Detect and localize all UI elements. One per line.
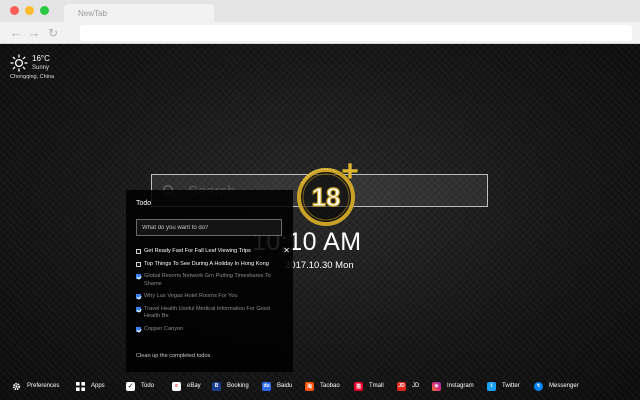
weather-widget[interactable]: 16°C Sunny Chongqing, China bbox=[10, 54, 70, 94]
todo-button[interactable]: ✓ Todo bbox=[126, 379, 154, 393]
shortcut-baidu[interactable]: du Baidu bbox=[262, 379, 292, 393]
forward-arrow-icon[interactable]: → bbox=[26, 25, 42, 41]
todo-checkbox[interactable] bbox=[136, 249, 141, 254]
todo-item-text: Travel Health Useful Medical Information… bbox=[144, 305, 271, 320]
bottom-bar: Preferences Apps ✓ Todo e eBay B Booking… bbox=[0, 374, 640, 400]
todo-input[interactable] bbox=[136, 219, 282, 236]
minimize-window-button[interactable] bbox=[25, 6, 34, 15]
age-18-plus-badge: 18 + bbox=[297, 155, 359, 226]
todo-item-text: Copper Canyon bbox=[144, 325, 184, 332]
todo-item[interactable]: Travel Health Useful Medical Information… bbox=[136, 306, 286, 321]
address-bar[interactable] bbox=[80, 25, 632, 41]
todo-item[interactable]: Get Ready Fast For Fall Leaf Viewing Tri… bbox=[136, 247, 290, 256]
shortcut-twitter[interactable]: t Twitter bbox=[487, 379, 520, 393]
todo-item[interactable]: Why Las Vegas Hotel Rooms For You bbox=[136, 293, 286, 301]
taobao-icon: 淘 bbox=[305, 381, 314, 391]
badge-plus: + bbox=[341, 155, 359, 188]
browser-chrome: NewTab ← → ↻ bbox=[0, 0, 640, 44]
todo-item[interactable]: Global Resorts Network Grn Putting Times… bbox=[136, 273, 286, 288]
shortcut-label: Twitter bbox=[502, 383, 520, 389]
todo-item-text: Why Las Vegas Hotel Rooms For You bbox=[144, 293, 238, 299]
sun-icon bbox=[10, 54, 28, 72]
shortcut-ebay[interactable]: e eBay bbox=[172, 379, 201, 393]
todo-panel: Todo Get Ready Fast For Fall Leaf Viewin… bbox=[126, 190, 293, 372]
apps-label: Apps bbox=[91, 383, 105, 389]
gear-icon bbox=[12, 382, 21, 390]
baidu-icon: du bbox=[262, 381, 271, 391]
shortcut-taobao[interactable]: 淘 Taobao bbox=[305, 379, 340, 393]
shortcut-label: eBay bbox=[187, 383, 201, 389]
shortcut-instagram[interactable]: ◉ Instagram bbox=[432, 379, 474, 393]
close-window-button[interactable] bbox=[10, 6, 19, 15]
tmall-icon: 猫 bbox=[354, 381, 363, 391]
clock-date: 2017.10.30 Mon bbox=[285, 260, 354, 271]
todo-checkbox[interactable] bbox=[136, 261, 141, 267]
todo-item-text: Get Ready Fast For Fall Leaf Viewing Tri… bbox=[144, 248, 251, 254]
apps-button[interactable]: Apps bbox=[76, 379, 105, 393]
todo-checkbox[interactable] bbox=[136, 306, 141, 312]
reload-icon[interactable]: ↻ bbox=[45, 25, 61, 41]
shortcut-tmall[interactable]: 猫 Tmall bbox=[354, 379, 384, 393]
back-arrow-icon[interactable]: ← bbox=[8, 25, 24, 41]
ebay-icon: e bbox=[172, 381, 181, 391]
shortcut-jd[interactable]: JD JD bbox=[397, 379, 419, 393]
close-icon[interactable]: ✕ bbox=[283, 247, 290, 255]
todo-title: Todo bbox=[136, 200, 152, 207]
todo-label: Todo bbox=[141, 383, 155, 389]
grid-icon bbox=[76, 381, 85, 391]
todo-item[interactable]: Copper Canyon bbox=[136, 326, 286, 334]
weather-location: Chongqing, China bbox=[10, 74, 55, 80]
todo-checkbox[interactable] bbox=[136, 326, 141, 332]
todo-item-text: Top Things To See During A Holiday In Ho… bbox=[144, 260, 269, 267]
tab-title: NewTab bbox=[78, 9, 107, 18]
shortcut-label: Taobao bbox=[320, 383, 340, 389]
shortcut-label: Messenger bbox=[549, 383, 579, 389]
badge-number: 18 bbox=[312, 182, 341, 212]
todo-checkbox[interactable] bbox=[136, 274, 141, 279]
checkbox-icon: ✓ bbox=[126, 381, 135, 391]
todo-item[interactable]: Top Things To See During A Holiday In Ho… bbox=[136, 261, 286, 269]
todo-checkbox[interactable] bbox=[136, 294, 141, 299]
shortcut-label: JD bbox=[412, 383, 420, 389]
shortcut-label: Tmall bbox=[369, 383, 384, 389]
clear-completed-todos-link[interactable]: Clean up the completed todos bbox=[136, 353, 210, 359]
preferences-label: Preferences bbox=[27, 383, 60, 389]
new-tab-page: 16°C Sunny Chongqing, China 10:10 AM 201… bbox=[0, 44, 640, 400]
title-bar: NewTab bbox=[0, 0, 640, 22]
todo-item-text: Global Resorts Network Grn Putting Times… bbox=[144, 273, 271, 287]
shortcut-booking[interactable]: B Booking bbox=[212, 379, 249, 393]
shortcut-label: Baidu bbox=[277, 383, 293, 389]
instagram-icon: ◉ bbox=[432, 381, 441, 391]
jd-icon: JD bbox=[397, 381, 406, 391]
messenger-icon: ↯ bbox=[534, 381, 543, 391]
maximize-window-button[interactable] bbox=[40, 6, 49, 15]
booking-icon: B bbox=[212, 381, 221, 391]
shortcut-messenger[interactable]: ↯ Messenger bbox=[534, 379, 579, 393]
todo-list: Get Ready Fast For Fall Leaf Viewing Tri… bbox=[136, 247, 290, 338]
shortcut-label: Instagram bbox=[447, 383, 474, 389]
shortcut-label: Booking bbox=[227, 383, 249, 389]
preferences-button[interactable]: Preferences bbox=[12, 379, 59, 393]
twitter-icon: t bbox=[487, 381, 496, 391]
weather-temperature: 16°C bbox=[32, 54, 50, 63]
browser-tab[interactable]: NewTab bbox=[64, 4, 214, 22]
browser-toolbar: ← → ↻ bbox=[0, 22, 640, 44]
weather-condition: Sunny bbox=[32, 65, 50, 71]
